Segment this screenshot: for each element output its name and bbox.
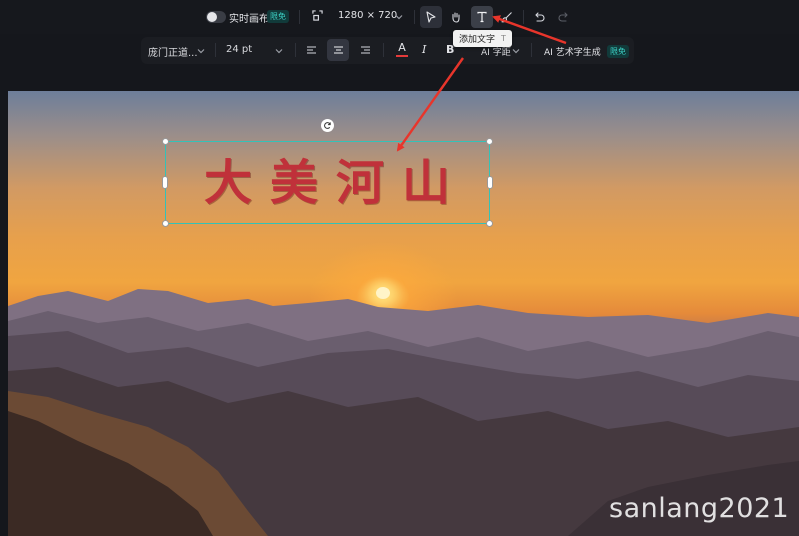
align-right-icon — [360, 46, 370, 54]
rotate-icon — [324, 122, 331, 129]
resize-handle-bottom-right[interactable] — [486, 220, 493, 227]
divider — [523, 10, 524, 24]
font-size-select[interactable]: 24 pt — [226, 44, 252, 55]
align-center-button[interactable] — [327, 39, 349, 61]
resize-handle-right[interactable] — [487, 176, 493, 189]
align-center-icon — [333, 46, 343, 54]
redo-icon — [558, 12, 568, 22]
canvas-size-icon[interactable] — [312, 10, 323, 21]
hand-icon — [452, 12, 460, 23]
divider — [295, 43, 296, 57]
chevron-down-icon — [275, 49, 283, 54]
cursor-icon — [426, 11, 436, 23]
art-text-free-badge: 限免 — [607, 45, 629, 58]
chevron-down-icon — [395, 15, 403, 20]
realtime-canvas-label: 实时画布 — [229, 14, 269, 25]
tooltip-shortcut: T — [501, 34, 506, 43]
divider — [414, 10, 415, 24]
resize-handle-top-left[interactable] — [162, 138, 169, 145]
text-tool-button[interactable] — [471, 6, 493, 28]
canvas-resolution-select[interactable]: 1280 × 720 — [338, 10, 397, 21]
chevron-down-icon — [512, 49, 520, 54]
text-icon — [477, 11, 487, 23]
hand-tool-button[interactable] — [445, 6, 467, 28]
italic-button[interactable]: I — [422, 43, 426, 56]
font-family-select[interactable]: 庞门正道... — [148, 44, 198, 59]
add-text-tooltip: 添加文字 T — [453, 30, 512, 47]
canvas-title-text[interactable]: 大美河山 — [204, 150, 454, 216]
align-left-button[interactable] — [300, 39, 322, 61]
undo-button[interactable] — [528, 6, 550, 28]
rotate-handle[interactable] — [321, 119, 334, 132]
divider — [299, 10, 300, 24]
divider — [215, 43, 216, 57]
realtime-canvas-toggle[interactable] — [206, 11, 226, 23]
tooltip-label: 添加文字 — [459, 35, 496, 45]
text-color-swatch — [396, 55, 408, 57]
resize-handle-top-right[interactable] — [486, 138, 493, 145]
divider — [383, 43, 384, 57]
align-left-icon — [306, 46, 316, 54]
chevron-down-icon — [197, 49, 205, 54]
art-text-generate-button[interactable]: AI 艺术字生成 — [544, 45, 601, 58]
divider — [531, 43, 532, 57]
select-tool-button[interactable] — [420, 6, 442, 28]
redo-button[interactable] — [553, 6, 575, 28]
top-toolbar: 实时画布 限免 1280 × 720 — [0, 0, 799, 34]
align-right-button[interactable] — [354, 39, 376, 61]
undo-icon — [535, 12, 545, 22]
brush-icon — [501, 12, 512, 23]
resize-handle-bottom-left[interactable] — [162, 220, 169, 227]
resize-handle-left[interactable] — [162, 176, 168, 189]
watermark: sanlang2021 — [609, 493, 790, 524]
realtime-free-badge: 限免 — [267, 10, 289, 23]
brush-tool-button[interactable] — [496, 6, 518, 28]
